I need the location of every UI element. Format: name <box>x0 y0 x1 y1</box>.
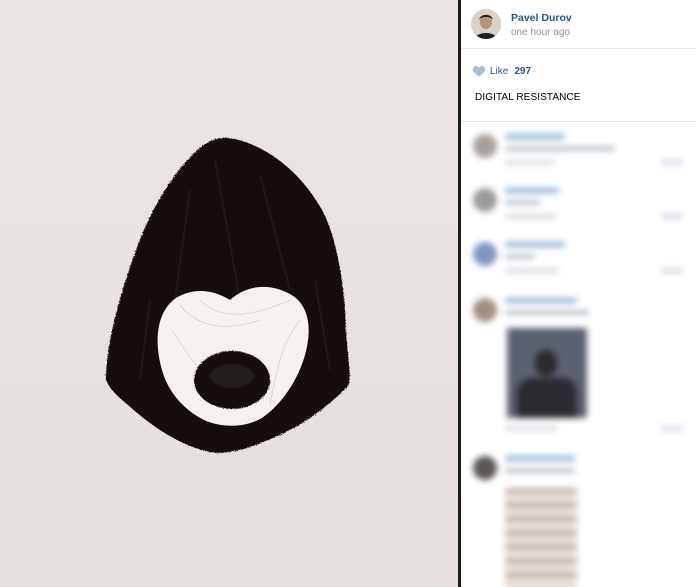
comment-photo-placeholder <box>507 328 587 418</box>
comment-reply-placeholder <box>661 426 683 431</box>
post-photo[interactable] <box>0 0 458 587</box>
comment-reply-placeholder <box>661 268 683 273</box>
comment-reply-placeholder <box>661 214 683 219</box>
comment-text-placeholder <box>505 146 615 151</box>
comment-author-placeholder <box>505 242 565 247</box>
comment-avatar <box>473 134 497 158</box>
comment-text-placeholder <box>505 200 541 205</box>
avatar-portrait-icon <box>471 9 501 39</box>
comment-avatar <box>473 298 497 322</box>
heart-icon <box>473 65 485 76</box>
comment-image-placeholder <box>505 488 577 587</box>
hooded-figure-drawing <box>105 137 350 453</box>
comment-author-placeholder <box>505 298 577 303</box>
post-author-header: Pavel Durov one hour ago <box>461 0 696 49</box>
comment-meta-placeholder <box>505 268 559 273</box>
comment-reply-placeholder <box>661 160 683 165</box>
comment-author-placeholder <box>505 188 559 193</box>
comment-author-placeholder <box>505 134 565 139</box>
comment-meta-placeholder <box>505 214 557 219</box>
comment-text-placeholder <box>505 254 535 259</box>
post-timestamp[interactable]: one hour ago <box>511 27 570 38</box>
author-avatar[interactable] <box>471 9 501 39</box>
post-sidebar: Pavel Durov one hour ago Like 297 DIGITA… <box>461 0 696 587</box>
like-button[interactable]: Like 297 <box>473 64 531 78</box>
comment-meta-placeholder <box>505 160 555 165</box>
like-label: Like <box>490 65 509 77</box>
author-name[interactable]: Pavel Durov <box>511 12 572 24</box>
comment-avatar <box>473 242 497 266</box>
comment-author-placeholder <box>505 456 575 461</box>
comment-text-placeholder <box>505 468 575 473</box>
blurred-comments-list <box>461 122 696 587</box>
comment-avatar <box>473 456 497 480</box>
comment-meta-placeholder <box>505 426 557 431</box>
comment-text-placeholder <box>505 310 589 315</box>
comment-avatar <box>473 188 497 212</box>
like-count: 297 <box>514 65 532 77</box>
post-caption: DIGITAL RESISTANCE <box>475 92 581 103</box>
